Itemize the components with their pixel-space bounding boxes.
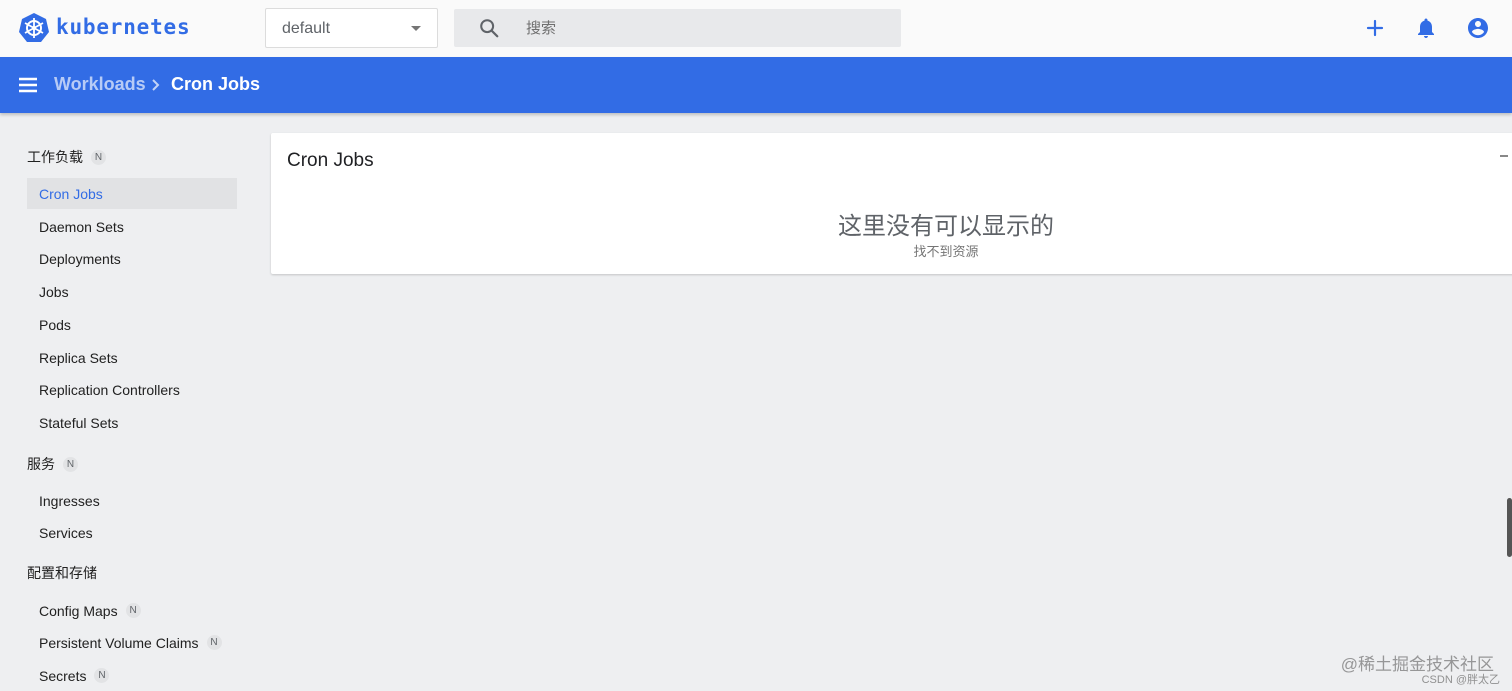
namespaced-badge: N	[94, 668, 110, 683]
bell-icon[interactable]	[1414, 16, 1438, 40]
sidebar-item-label: Services	[39, 524, 93, 541]
sidebar-item-stateful-sets[interactable]: Stateful Sets	[27, 407, 237, 438]
sidebar-item-label: Replication Controllers	[39, 381, 180, 398]
sidebar-item-label: Replica Sets	[39, 349, 118, 366]
sidebar-item-ingresses[interactable]: Ingresses	[27, 485, 237, 516]
namespaced-badge: N	[125, 603, 141, 618]
hamburger-menu-icon[interactable]	[16, 73, 40, 97]
nav-group-config-storage[interactable]: 配置和存储	[27, 563, 97, 583]
sidebar-item-label: Persistent Volume Claims	[39, 634, 199, 651]
search-bar[interactable]	[454, 9, 901, 47]
sidebar-item-deployments[interactable]: Deployments	[27, 243, 237, 274]
sidebar-item-services[interactable]: Services	[27, 517, 237, 548]
breadcrumb-toolbar: Workloads Cron Jobs	[0, 57, 1512, 113]
sidebar-item-label: Jobs	[39, 283, 69, 300]
watermark-csdn: CSDN @胖太乙	[1421, 674, 1500, 686]
namespace-select[interactable]: default	[265, 8, 438, 48]
brand-name[interactable]: kubernetes	[56, 15, 190, 39]
sidebar-item-config-maps[interactable]: Config Maps N	[27, 595, 237, 626]
plus-icon[interactable]	[1363, 16, 1387, 40]
sidebar-item-label: Secrets	[39, 667, 87, 684]
namespaced-badge: N	[63, 456, 78, 472]
scrollbar-thumb[interactable]	[1507, 498, 1512, 557]
sidebar-item-jobs[interactable]: Jobs	[27, 276, 237, 307]
nav-group-label: 工作负载	[27, 149, 83, 165]
cron-jobs-card: Cron Jobs 这里没有可以显示的 找不到资源	[271, 133, 1512, 274]
card-action-icon[interactable]	[1500, 155, 1508, 157]
sidebar-item-daemon-sets[interactable]: Daemon Sets	[27, 211, 237, 242]
account-circle-icon[interactable]	[1466, 16, 1490, 40]
breadcrumb-current: Cron Jobs	[171, 74, 261, 94]
sidebar-item-label: Stateful Sets	[39, 414, 119, 431]
sidebar-item-persistent-volume-claims[interactable]: Persistent Volume Claims N	[27, 627, 237, 658]
sidebar-item-cron-jobs[interactable]: Cron Jobs	[27, 178, 237, 209]
sidebar-item-replica-sets[interactable]: Replica Sets	[27, 342, 237, 373]
nav-group-label: 服务	[27, 456, 55, 472]
sidebar-item-replication-controllers[interactable]: Replication Controllers	[27, 374, 237, 405]
nav-group-services[interactable]: 服务 N	[27, 454, 78, 474]
dropdown-caret-icon	[411, 26, 421, 31]
sidebar-item-secrets[interactable]: Secrets N	[27, 660, 237, 691]
sidebar-item-label: Pods	[39, 316, 71, 333]
nav-group-label: 配置和存储	[27, 565, 97, 581]
breadcrumb-workloads[interactable]: Workloads	[54, 74, 146, 95]
kubernetes-logo-icon[interactable]	[18, 12, 50, 44]
empty-state-title: 这里没有可以显示的	[838, 213, 1054, 240]
search-input[interactable]	[526, 9, 886, 47]
namespace-value: default	[282, 20, 331, 37]
nav-group-workloads[interactable]: 工作负载 N	[27, 147, 106, 167]
namespaced-badge: N	[91, 149, 106, 165]
chevron-right-icon	[152, 79, 160, 91]
sidebar-item-label: Daemon Sets	[39, 218, 124, 235]
empty-state-subtitle: 找不到资源	[913, 244, 979, 259]
sidebar-item-label: Config Maps	[39, 602, 118, 619]
sidebar-nav: 工作负载 N Cron Jobs Daemon Sets Deployments…	[0, 113, 250, 691]
sidebar-item-label: Deployments	[39, 250, 121, 267]
sidebar-item-pods[interactable]: Pods	[27, 309, 237, 340]
sidebar-item-label: Cron Jobs	[39, 185, 103, 202]
card-title: Cron Jobs	[287, 150, 374, 171]
namespaced-badge: N	[206, 635, 222, 650]
top-app-bar: kubernetes default	[0, 0, 1512, 57]
sidebar-item-label: Ingresses	[39, 492, 100, 509]
search-icon	[480, 19, 499, 38]
